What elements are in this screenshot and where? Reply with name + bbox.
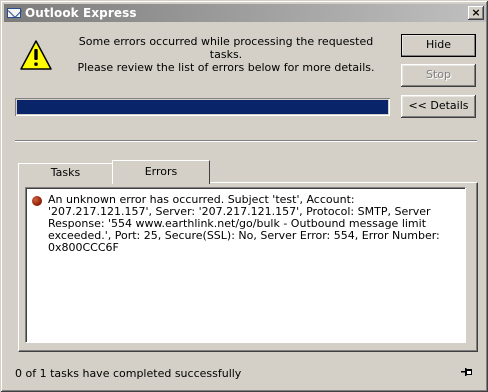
message-line-2: Please review the list of errors below f…	[77, 61, 375, 74]
progress-bar	[15, 98, 390, 116]
status-bar: 0 of 1 tasks have completed successfully	[15, 363, 477, 381]
error-circle-icon	[32, 196, 42, 206]
progress-fill	[17, 100, 388, 114]
outlook-express-icon	[6, 5, 22, 21]
outlook-express-dialog: Outlook Express × Some errors occurred w…	[0, 0, 488, 392]
tab-tasks[interactable]: Tasks	[18, 163, 113, 183]
message-line-1: Some errors occurred while processing th…	[78, 35, 374, 61]
tab-errors[interactable]: Errors	[112, 160, 210, 184]
divider	[15, 140, 477, 142]
close-button[interactable]: ×	[468, 6, 484, 20]
warning-icon	[20, 40, 52, 70]
hide-button[interactable]: Hide	[401, 34, 476, 57]
stop-button[interactable]: Stop	[401, 64, 476, 87]
title-bar[interactable]: Outlook Express ×	[4, 4, 486, 22]
errors-list[interactable]: An unknown error has occurred. Subject '…	[25, 187, 466, 343]
window-title: Outlook Express	[25, 6, 137, 20]
pushpin-icon[interactable]	[461, 367, 473, 377]
error-message: An unknown error has occurred. Subject '…	[48, 193, 440, 254]
status-text: 0 of 1 tasks have completed successfully	[15, 367, 242, 380]
details-button[interactable]: << Details	[401, 95, 476, 118]
status-message: Some errors occurred while processing th…	[61, 35, 391, 74]
list-item[interactable]: An unknown error has occurred. Subject '…	[32, 194, 461, 254]
